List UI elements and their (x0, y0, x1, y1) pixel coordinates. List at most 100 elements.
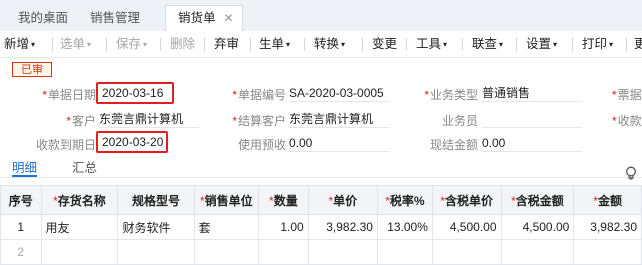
col-header-tax-rate[interactable]: *税率% (376, 185, 433, 215)
tab-label: 销货单 (178, 11, 216, 25)
doc-no-label: *单据编号 (232, 88, 286, 102)
delete-button[interactable]: 删除 (170, 35, 195, 53)
cell-tax-incl-amount[interactable]: 4,500.00 (500, 214, 575, 240)
divider (406, 38, 407, 51)
cell-quantity[interactable]: 1.00 (258, 214, 309, 240)
chevron-down-icon: ▾ (499, 40, 504, 49)
lightbulb-icon[interactable] (624, 166, 638, 180)
tab-sales-delivery-order[interactable]: 销货单 ✕ (165, 5, 243, 32)
cell-index: 1 (0, 214, 42, 240)
col-header-sales-unit[interactable]: *销售单位 (193, 185, 260, 215)
col-header-tax-incl-price[interactable]: *含税单价 (431, 185, 502, 215)
tab-sales-management[interactable]: 销售管理 (90, 8, 140, 28)
due-date-field[interactable]: 2020-03-20 (96, 131, 168, 153)
cell-amount[interactable]: 3,982.30 (573, 214, 642, 240)
cell-tax-rate[interactable]: 13.00% (376, 214, 433, 240)
salesperson-label: 业务员 (441, 114, 478, 128)
biz-type-label: *业务类型 (424, 88, 478, 102)
cell-spec[interactable]: 财务软件 (117, 214, 195, 240)
invoice-label: *票据 (612, 88, 642, 102)
due-date-label: 收款到期日 (35, 138, 96, 152)
tools-button[interactable]: 工具 ▾ (416, 35, 447, 53)
customer-field[interactable]: 东莞言鼎计算机 (99, 110, 199, 128)
cell-item-name[interactable] (40, 239, 119, 265)
cell-tax-incl-amount[interactable] (500, 239, 575, 265)
chevron-down-icon: ▾ (87, 40, 92, 49)
chevron-down-icon: ▾ (143, 40, 148, 49)
cell-sales-unit[interactable] (193, 239, 260, 265)
convert-button[interactable]: 转换 ▾ (314, 35, 345, 53)
approved-stamp: 已审 (12, 62, 52, 77)
divider (250, 38, 251, 51)
doc-no-field[interactable]: SA-2020-03-0005 (289, 84, 389, 102)
detail-tabs: 明细 汇总 (0, 155, 642, 178)
divider (204, 38, 205, 51)
settle-customer-label: *结算客户 (232, 114, 286, 128)
chevron-down-icon: ▾ (609, 40, 614, 49)
cell-item-name[interactable]: 用友 (40, 214, 119, 240)
doc-date-label: *单据日期 (42, 88, 96, 102)
new-button[interactable]: 新增 ▾ (4, 35, 35, 53)
col-header-item-name[interactable]: *存货名称 (40, 185, 119, 215)
col-header-index[interactable]: 序号 (0, 185, 42, 215)
select-source-button[interactable]: 选单 ▾ (60, 35, 91, 53)
customer-label: *客户 (66, 114, 96, 128)
col-header-quantity[interactable]: *数量 (258, 185, 309, 215)
cell-amount[interactable] (573, 239, 642, 265)
divider (52, 38, 53, 51)
table-row[interactable]: 2 (0, 239, 642, 265)
chevron-down-icon: ▾ (443, 40, 448, 49)
cell-tax-incl-price[interactable]: 4,500.00 (431, 214, 502, 240)
cash-label: 现结金额 (429, 138, 478, 152)
change-button[interactable]: 变更 (372, 35, 397, 53)
generate-doc-button[interactable]: 生单 ▾ (259, 35, 290, 53)
related-query-button[interactable]: 联查 ▾ (472, 35, 503, 53)
divider (572, 38, 573, 51)
divider (516, 38, 517, 51)
biz-type-field[interactable]: 普通销售 (482, 84, 582, 102)
table-header-row: 序号 *存货名称 规格型号 *销售单位 *数量 *单价 *税率% *含税单价 *… (0, 185, 642, 215)
more-button[interactable]: 更 (634, 35, 642, 53)
col-header-tax-incl-amount[interactable]: *含税金额 (500, 185, 575, 215)
chevron-down-icon: ▾ (341, 40, 346, 49)
divider (304, 38, 305, 51)
table-row[interactable]: 1 用友 财务软件 套 1.00 3,982.30 13.00% 4,500.0… (0, 214, 642, 240)
cell-unit-price[interactable] (307, 239, 378, 265)
prepay-field[interactable]: 0.00 (289, 134, 389, 152)
receipt-label: *收款 (612, 114, 642, 128)
prepay-label: 使用预收 (237, 138, 286, 152)
cell-quantity[interactable] (258, 239, 309, 265)
col-header-unit-price[interactable]: *单价 (307, 185, 378, 215)
cell-spec[interactable] (117, 239, 195, 265)
divider (462, 38, 463, 51)
cell-unit-price[interactable]: 3,982.30 (307, 214, 378, 240)
unapprove-button[interactable]: 弃审 (214, 35, 239, 53)
divider (106, 38, 107, 51)
cell-tax-rate[interactable] (376, 239, 433, 265)
settings-button[interactable]: 设置 ▾ (526, 35, 557, 53)
tab-bar: 我的桌面 销售管理 销货单 ✕ (0, 0, 642, 32)
chevron-down-icon: ▾ (31, 40, 36, 49)
cash-field[interactable]: 0.00 (482, 134, 582, 152)
chevron-down-icon: ▾ (286, 40, 291, 49)
divider (626, 38, 627, 51)
tab-summary[interactable]: 汇总 (72, 157, 97, 175)
settle-customer-field[interactable]: 东莞言鼎计算机 (289, 110, 389, 128)
tab-label: 销售管理 (90, 11, 141, 25)
print-button[interactable]: 打印 ▾ (582, 35, 613, 53)
col-header-spec[interactable]: 规格型号 (117, 185, 195, 215)
doc-date-field[interactable]: 2020-03-16 (96, 82, 174, 104)
tab-detail[interactable]: 明细 (12, 157, 38, 177)
col-header-amount[interactable]: *金额 (573, 185, 642, 215)
divider (160, 38, 161, 51)
tab-label: 我的桌面 (18, 11, 69, 25)
line-items-table: 序号 *存货名称 规格型号 *销售单位 *数量 *单价 *税率% *含税单价 *… (0, 185, 642, 265)
divider (362, 38, 363, 51)
save-button[interactable]: 保存 ▾ (116, 35, 147, 53)
close-icon[interactable]: ✕ (224, 11, 234, 25)
salesperson-field[interactable] (482, 110, 582, 128)
chevron-down-icon: ▾ (553, 40, 558, 49)
cell-sales-unit[interactable]: 套 (193, 214, 260, 240)
cell-tax-incl-price[interactable] (431, 239, 502, 265)
tab-my-desktop[interactable]: 我的桌面 (18, 8, 68, 28)
